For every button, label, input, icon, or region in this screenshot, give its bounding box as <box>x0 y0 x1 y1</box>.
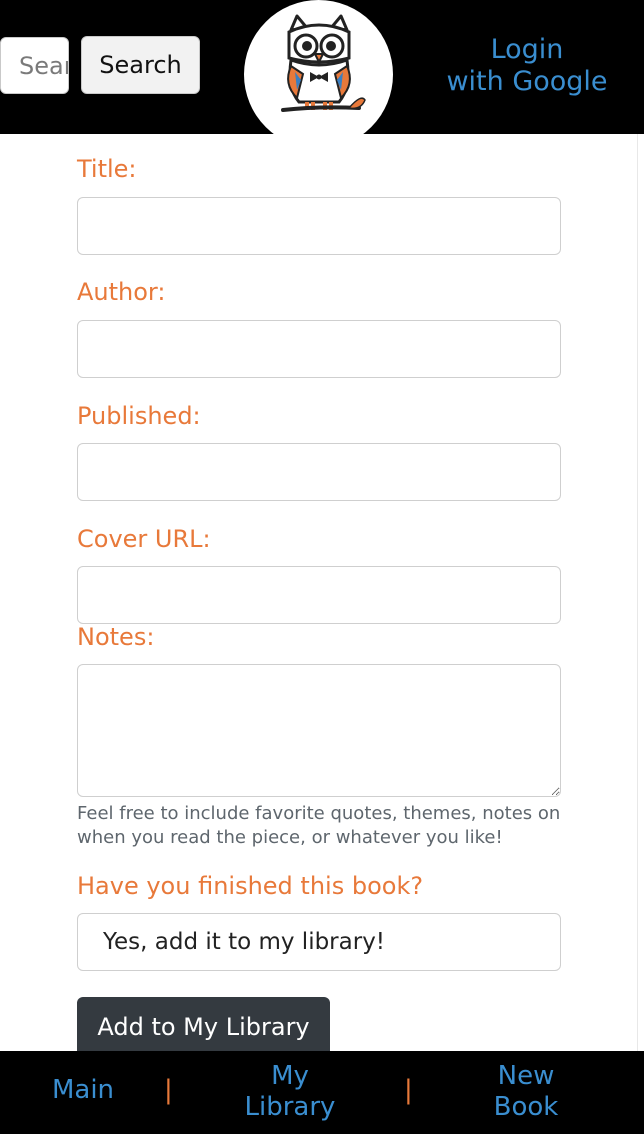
title-field[interactable] <box>77 197 561 255</box>
search-input[interactable] <box>0 37 69 94</box>
nav-separator: | <box>404 1075 413 1105</box>
author-field[interactable] <box>77 320 561 378</box>
title-label: Title: <box>77 155 137 183</box>
owl-logo-icon[interactable] <box>244 0 393 149</box>
nav-main-label: Main <box>51 1075 115 1105</box>
nav-separator: | <box>164 1075 173 1105</box>
nav-my-library-line2: Library <box>244 1092 336 1122</box>
cover-url-field[interactable] <box>77 566 561 624</box>
finished-label: Have you finished this book? <box>77 872 424 900</box>
search-button[interactable]: Search <box>81 36 200 94</box>
nav-main[interactable]: Main <box>45 1075 121 1106</box>
new-book-form: Title: Author: Published: Cover URL: Not… <box>0 134 638 1061</box>
top-header: Search Search Login with Google <box>0 0 644 149</box>
notes-help-text: Feel free to include favorite quotes, th… <box>77 803 561 848</box>
author-label: Author: <box>77 278 166 306</box>
finished-select[interactable]: Yes, add it to my library! <box>77 913 561 971</box>
nav-new-book[interactable]: New Book <box>486 1061 566 1123</box>
published-field[interactable] <box>77 443 561 501</box>
login-line1: Login <box>490 34 564 65</box>
nav-my-library[interactable]: My Library <box>240 1061 340 1123</box>
nav-new-book-line2: Book <box>493 1092 559 1122</box>
nav-my-library-line1: My <box>271 1061 309 1091</box>
notes-label: Notes: <box>77 623 155 651</box>
nav-new-book-line1: New <box>497 1061 555 1091</box>
login-line2: with Google <box>446 66 608 97</box>
bottom-nav: Main | My Library | New Book <box>0 1051 644 1134</box>
notes-field[interactable] <box>77 664 561 797</box>
cover-url-label: Cover URL: <box>77 525 211 553</box>
published-label: Published: <box>77 402 201 430</box>
login-with-google-link[interactable]: Login with Google <box>440 34 614 98</box>
